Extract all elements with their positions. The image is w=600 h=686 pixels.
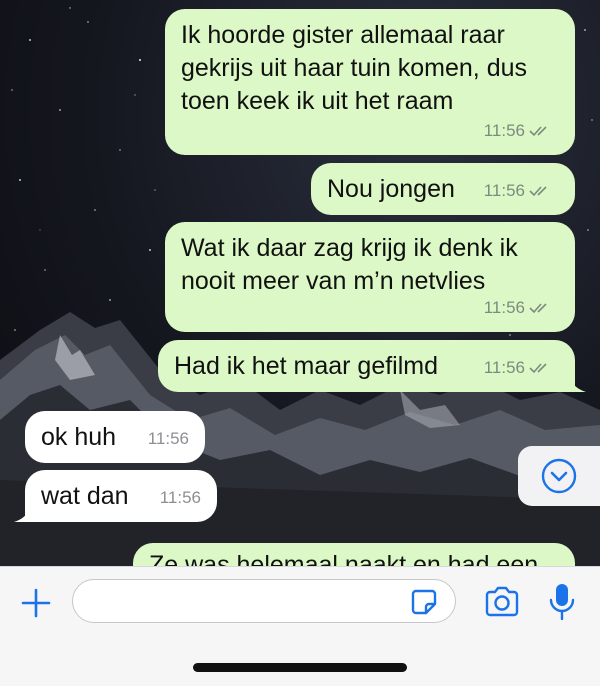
message-time: 11:56	[147, 429, 189, 448]
sticker-icon	[411, 589, 437, 615]
bubble-tail-outgoing	[566, 372, 586, 392]
message-time: 11:56	[483, 298, 525, 317]
message-meta: 11:56	[148, 422, 189, 455]
message-meta: 11:56	[484, 351, 553, 384]
message-bubble-outgoing[interactable]: Had ik het maar gefilmd 11:56	[158, 340, 575, 392]
double-check-icon	[529, 125, 547, 136]
voice-message-button[interactable]	[544, 579, 580, 625]
attach-button[interactable]	[16, 583, 56, 623]
double-check-icon	[529, 185, 547, 196]
chat-area[interactable]: Ik hoorde gister allemaal raar gekrijs u…	[0, 0, 600, 566]
message-meta: 11:56	[484, 291, 553, 324]
home-indicator	[193, 663, 407, 672]
double-check-icon	[529, 302, 547, 313]
double-check-icon	[529, 362, 547, 373]
message-time: 11:56	[483, 181, 525, 200]
message-time: 11:56	[483, 121, 525, 140]
message-time: 11:56	[159, 488, 201, 507]
message-bubble-outgoing[interactable]: Ze was helemaal naakt en had een	[133, 543, 575, 566]
message-text: Ze was helemaal naakt en had een	[149, 551, 539, 566]
microphone-icon	[549, 584, 575, 621]
message-bubble-outgoing[interactable]: Nou jongen 11:56	[311, 163, 575, 215]
sticker-button[interactable]	[404, 585, 444, 619]
message-meta: 11:56	[484, 114, 553, 147]
bubble-tail-incoming	[14, 502, 34, 522]
message-bubble-incoming[interactable]: ok huh 11:56	[25, 411, 205, 463]
message-bubble-outgoing[interactable]: Ik hoorde gister allemaal raar gekrijs u…	[165, 9, 575, 155]
message-bubble-outgoing[interactable]: Wat ik daar zag krijg ik denk ik nooit m…	[165, 222, 575, 332]
scroll-to-bottom-button[interactable]	[518, 446, 600, 506]
message-text: Ik hoorde gister allemaal raar gekrijs u…	[181, 21, 528, 115]
message-text: Wat ik daar zag krijg ik denk ik nooit m…	[181, 234, 518, 295]
message-bubble-incoming[interactable]: wat dan 11:56	[25, 470, 217, 522]
message-meta: 11:56	[160, 481, 201, 514]
message-meta: 11:56	[484, 174, 553, 207]
message-input[interactable]	[72, 579, 456, 623]
plus-icon	[21, 588, 51, 618]
chevron-down-circle-icon	[541, 458, 577, 494]
camera-icon	[485, 586, 519, 617]
camera-button[interactable]	[480, 581, 524, 623]
message-time: 11:56	[483, 358, 525, 377]
